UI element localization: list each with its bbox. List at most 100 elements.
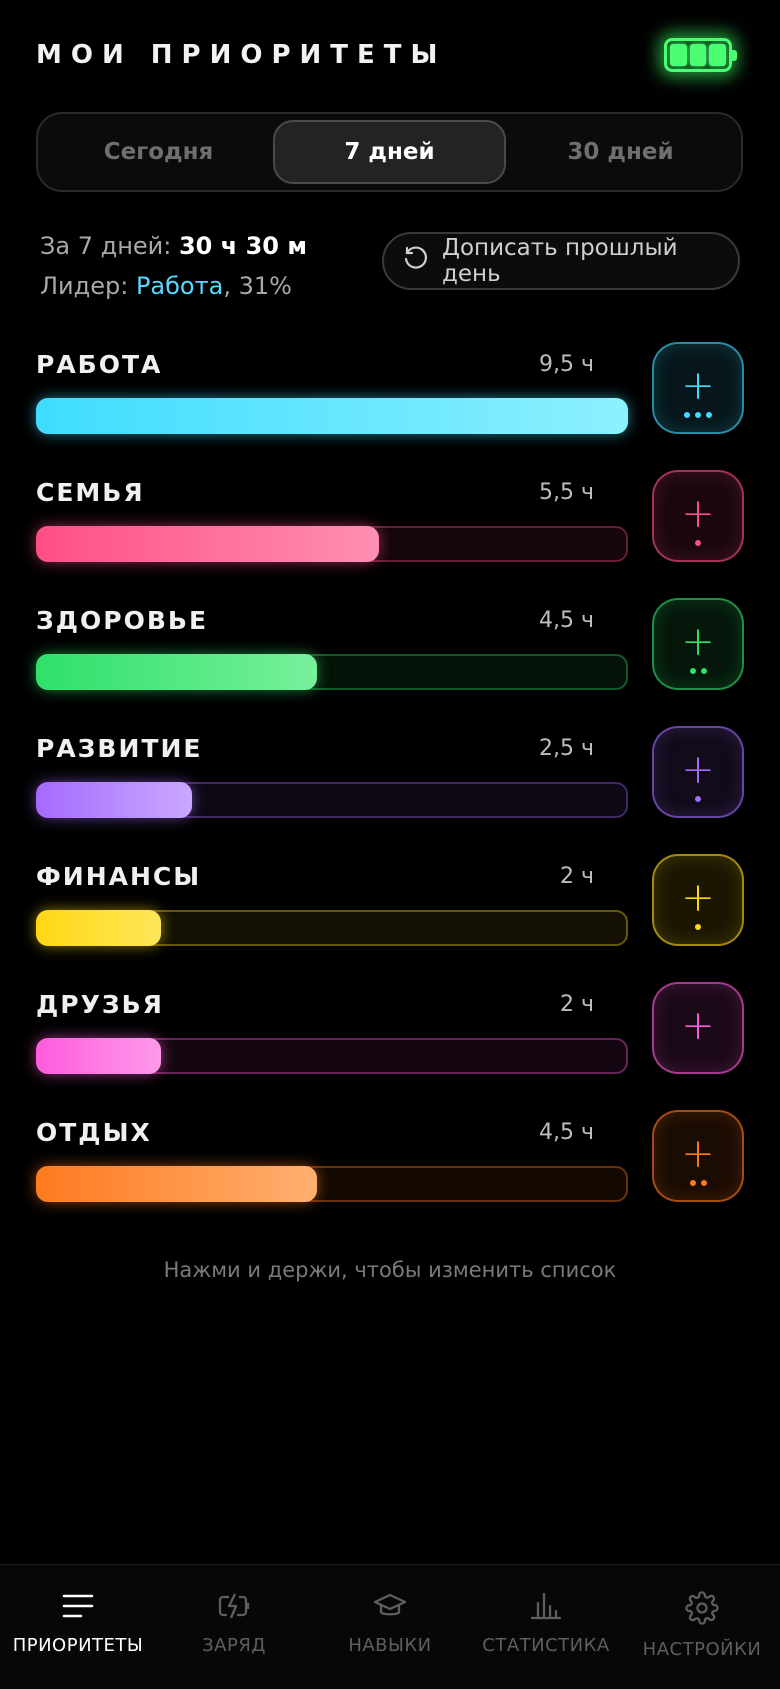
priority-progress-fill [36, 1166, 317, 1202]
add-time-button[interactable]: + [652, 1110, 744, 1202]
entry-dot [695, 796, 701, 802]
priority-name: ОТДЫХ [36, 1118, 152, 1147]
priority-progress-track [36, 654, 628, 690]
entry-dot [689, 1180, 696, 1186]
nav-settings[interactable]: НАСТРОЙКИ [624, 1565, 780, 1689]
nav-label: НАСТРОЙКИ [642, 1639, 762, 1660]
add-time-button[interactable]: + [652, 342, 744, 434]
priority-row[interactable]: ЗДОРОВЬЕ 4,5 ч + [36, 598, 744, 698]
priority-progress-fill [36, 654, 317, 690]
entry-dots [689, 668, 707, 674]
plus-icon: + [681, 875, 715, 921]
priority-progress-fill [36, 910, 161, 946]
backfill-day-button[interactable]: Дописать прошлый день [382, 232, 740, 290]
priority-hours: 2 ч [560, 992, 594, 1017]
priority-progress-track [36, 1166, 628, 1202]
priority-progress-fill [36, 782, 192, 818]
history-icon [402, 244, 430, 278]
entry-dots [689, 1180, 707, 1186]
priority-hours: 2 ч [560, 864, 594, 889]
entry-dot [689, 668, 696, 674]
nav-label: НАВЫКИ [348, 1635, 432, 1656]
priority-row[interactable]: СЕМЬЯ 5,5 ч + [36, 470, 744, 570]
priority-row[interactable]: ДРУЗЬЯ 2 ч + [36, 982, 744, 1082]
priority-progress-track [36, 526, 628, 562]
gear-icon [685, 1591, 719, 1629]
nav-label: СТАТИСТИКА [482, 1635, 610, 1656]
add-time-button[interactable]: + [652, 854, 744, 946]
priority-progress-fill [36, 526, 379, 562]
add-time-button[interactable]: + [652, 470, 744, 562]
add-time-button[interactable]: + [652, 598, 744, 690]
period-summary: За 7 дней: 30 ч 30 м Лидер: Работа, 31% [40, 226, 307, 306]
entry-dot [695, 924, 701, 930]
total-label: За 7 дней: [40, 232, 179, 260]
plus-icon: + [681, 1003, 715, 1049]
nav-label: ЗАРЯД [202, 1635, 266, 1656]
list-icon [61, 1591, 95, 1625]
entry-dot [684, 412, 690, 418]
period-selector: Сегодня 7 дней 30 дней [36, 112, 743, 192]
add-time-button[interactable]: + [652, 726, 744, 818]
entry-dot [700, 1180, 707, 1186]
battery-icon[interactable] [664, 38, 737, 72]
plus-icon: + [681, 747, 715, 793]
entry-dot [706, 412, 712, 418]
priority-name: СЕМЬЯ [36, 478, 145, 507]
leader-share: , 31% [223, 272, 292, 300]
nav-charge[interactable]: ЗАРЯД [156, 1565, 312, 1689]
plus-icon: + [681, 491, 715, 537]
priority-progress-track [36, 1038, 628, 1074]
leader-line: Лидер: Работа, 31% [40, 266, 307, 306]
entry-dot [695, 540, 701, 546]
priority-progress-track [36, 910, 628, 946]
priority-row[interactable]: РАБОТА 9,5 ч + [36, 342, 744, 442]
plus-icon: + [681, 1131, 715, 1177]
nav-priorities[interactable]: ПРИОРИТЕТЫ [0, 1565, 156, 1689]
priority-hours: 9,5 ч [539, 352, 594, 377]
tab-today[interactable]: Сегодня [44, 120, 273, 184]
page-title: МОИ ПРИОРИТЕТЫ [36, 40, 447, 70]
priority-name: ФИНАНСЫ [36, 862, 202, 891]
priority-progress-track [36, 398, 628, 434]
priority-row[interactable]: РАЗВИТИЕ 2,5 ч + [36, 726, 744, 826]
entry-dots [695, 540, 701, 546]
priority-hours: 5,5 ч [539, 480, 594, 505]
graduation-cap-icon [373, 1591, 407, 1625]
nav-statistics[interactable]: СТАТИСТИКА [468, 1565, 624, 1689]
battery-cell [670, 44, 687, 66]
battery-cell [689, 44, 707, 66]
charge-icon [217, 1591, 251, 1625]
leader-name: Работа [135, 272, 224, 300]
battery-nub [732, 50, 737, 61]
nav-skills[interactable]: НАВЫКИ [312, 1565, 468, 1689]
nav-label: ПРИОРИТЕТЫ [12, 1635, 144, 1656]
leader-label: Лидер: [40, 272, 136, 300]
priority-progress-fill [36, 398, 628, 434]
priority-progress-track [36, 782, 628, 818]
entry-dots [695, 924, 701, 930]
priority-name: ЗДОРОВЬЕ [36, 606, 209, 635]
priority-name: ДРУЗЬЯ [36, 990, 164, 1019]
priority-row[interactable]: ФИНАНСЫ 2 ч + [36, 854, 744, 954]
entry-dots [695, 796, 701, 802]
entry-dots [684, 412, 712, 418]
entry-dot [700, 668, 707, 674]
edit-hint: Нажми и держи, чтобы изменить список [163, 1258, 617, 1282]
plus-icon: + [681, 363, 715, 409]
total-line: За 7 дней: 30 ч 30 м [40, 226, 307, 266]
tab-7-days[interactable]: 7 дней [273, 120, 506, 184]
priority-name: РАБОТА [36, 350, 163, 379]
bar-chart-icon [529, 1591, 563, 1625]
priority-row[interactable]: ОТДЫХ 4,5 ч + [36, 1110, 744, 1210]
add-time-button[interactable]: + [652, 982, 744, 1074]
total-value: 30 ч 30 м [178, 232, 307, 260]
priority-hours: 2,5 ч [539, 736, 594, 761]
priority-name: РАЗВИТИЕ [36, 734, 203, 763]
priority-progress-fill [36, 1038, 161, 1074]
tab-30-days[interactable]: 30 дней [506, 120, 735, 184]
bottom-nav: ПРИОРИТЕТЫ ЗАРЯД НАВЫКИ СТАТИСТИКА НАСТР… [0, 1564, 780, 1689]
priority-hours: 4,5 ч [539, 1120, 594, 1145]
plus-icon: + [681, 619, 715, 665]
priority-hours: 4,5 ч [539, 608, 594, 633]
